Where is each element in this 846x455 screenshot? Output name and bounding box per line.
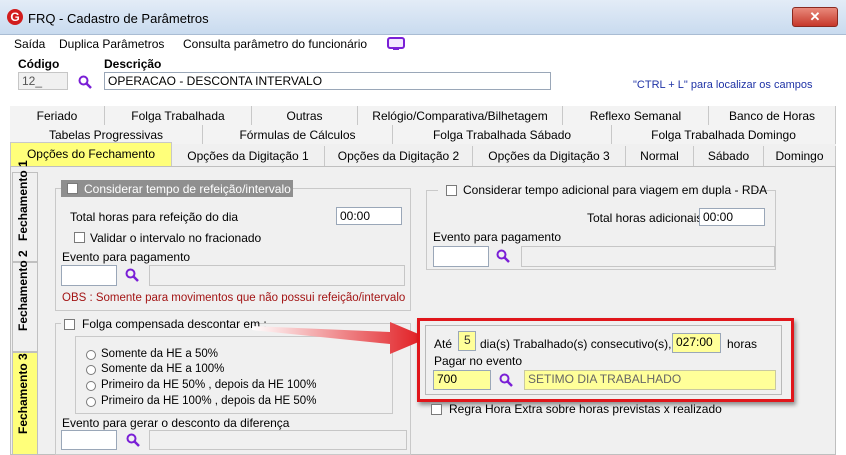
desconto-evento-label: Evento para gerar o desconto da diferenç… [62,416,290,430]
tab-reflexo-semanal[interactable]: Reflexo Semanal [563,106,709,126]
vtab-fechamento-2[interactable]: Fechamento 2 [12,250,38,352]
option-radio[interactable] [86,350,96,360]
tab-row-1: Feriado Folga Trabalhada Outras Relógio/… [10,106,836,127]
tab-feriado[interactable]: Feriado [10,106,105,126]
option-radio[interactable] [86,397,96,407]
obs-text: OBS : Somente para movimentos que não po… [62,292,406,304]
regra-checkbox[interactable] [431,404,442,415]
refeicao-title: Considerar tempo de refeição/intervalo [84,182,291,196]
dias-field[interactable]: 5 [458,331,476,351]
tab-normal[interactable]: Normal [626,146,694,166]
option-radio[interactable] [86,365,96,375]
menu-consulta-parametro[interactable]: Consulta parâmetro do funcionário [183,34,367,54]
refeicao-checkbox[interactable] [67,183,78,194]
option-label: Primeiro da HE 50% , depois da HE 100% [101,379,317,391]
tab-formulas[interactable]: Fórmulas de Cálculos [203,125,393,145]
validar-label: Validar o intervalo no fracionado [90,231,262,245]
regra-label: Regra Hora Extra sobre horas previstas x… [449,402,722,416]
tab-opcoes-digitacao-1[interactable]: Opções da Digitação 1 [172,146,325,166]
rda-evento-desc [521,246,775,267]
vtab-label: Fechamento 1 [16,160,30,241]
magnifier-icon[interactable] [78,75,92,89]
horas-label: horas [727,337,758,351]
tab-outras[interactable]: Outras [252,106,358,126]
tab-opcoes-digitacao-2[interactable]: Opções da Digitação 2 [325,146,473,166]
magnifier-icon[interactable] [499,373,513,387]
tab-opcoes-digitacao-3[interactable]: Opções da Digitação 3 [473,146,626,166]
evento-pagamento-label: Evento para pagamento [62,250,191,264]
desconto-evento-field[interactable] [61,430,117,450]
tab-row-3: Opções do Fechamento Opções da Digitação… [10,142,836,167]
pagar-evento-desc: SETIMO DIA TRABALHADO [524,370,776,390]
vtab-fechamento-1[interactable]: Fechamento 1 [12,160,38,262]
rda-checkbox[interactable] [446,185,457,196]
evento-pagamento-desc [149,265,405,286]
magnifier-icon[interactable] [125,268,139,282]
app-logo-icon: G [7,9,23,25]
option-label: Somente da HE a 100% [101,363,225,375]
total-adicionais-label: Total horas adicionais [587,211,703,225]
tab-domingo[interactable]: Domingo [764,146,836,166]
vtab-label: Fechamento 2 [16,250,30,331]
total-adicionais-field[interactable]: 00:00 [699,208,765,226]
shortcut-hint: "CTRL + L" para localizar os campos [633,79,813,91]
option-radio[interactable] [86,381,96,391]
option-label: Somente da HE a 50% [101,348,218,360]
folga-checkbox[interactable] [64,319,75,330]
rda-evento-label: Evento para pagamento [433,230,562,244]
option-label: Primeiro da HE 100% , depois da HE 50% [101,395,317,407]
tab-folga-sabado[interactable]: Folga Trabalhada Sábado [393,125,612,145]
dias-label: dia(s) Trabalhado(s) consecutivo(s), [480,337,672,351]
evento-pagamento-field[interactable] [61,265,117,286]
monitor-icon[interactable] [387,37,405,51]
folga-title: Folga compensada descontar em : [82,317,267,331]
rda-title: Considerar tempo adicional para viagem e… [463,183,768,197]
window-title: FRQ - Cadastro de Parâmetros [28,11,209,26]
magnifier-icon[interactable] [496,249,510,263]
arrow-icon [252,322,428,354]
validar-checkbox[interactable] [74,232,85,243]
total-refeicao-field[interactable]: 00:00 [336,207,402,225]
descricao-field[interactable]: OPERACAO - DESCONTA INTERVALO [104,72,551,90]
tab-banco-de-horas[interactable]: Banco de Horas [709,106,836,126]
vtab-fechamento-3[interactable]: Fechamento 3 [12,352,38,455]
codigo-label: Código [18,57,60,71]
tab-opcoes-fechamento[interactable]: Opções do Fechamento [10,142,172,166]
menu-saida[interactable]: Saída [14,34,45,54]
pagar-label: Pagar no evento [434,354,523,368]
pagar-evento-field[interactable]: 700 [433,370,491,390]
desconto-evento-desc [149,430,407,450]
menu-duplica-parametros[interactable]: Duplica Parâmetros [59,34,164,54]
magnifier-icon[interactable] [126,433,140,447]
tab-folga-domingo[interactable]: Folga Trabalhada Domingo [612,125,836,145]
rda-evento-field[interactable] [433,246,489,267]
close-button[interactable]: ✕ [792,7,838,27]
vtab-label: Fechamento 3 [16,353,30,434]
total-refeicao-label: Total horas para refeição do dia [70,210,239,224]
tab-relogio[interactable]: Relógio/Comparativa/Bilhetagem [358,106,563,126]
horas-field[interactable]: 027:00 [672,333,721,353]
tab-sabado[interactable]: Sábado [694,146,764,166]
ate-label: Até [434,337,453,351]
tab-folga-trabalhada[interactable]: Folga Trabalhada [105,106,252,126]
descricao-label: Descrição [104,57,162,71]
codigo-field[interactable]: 12_ [18,72,68,90]
